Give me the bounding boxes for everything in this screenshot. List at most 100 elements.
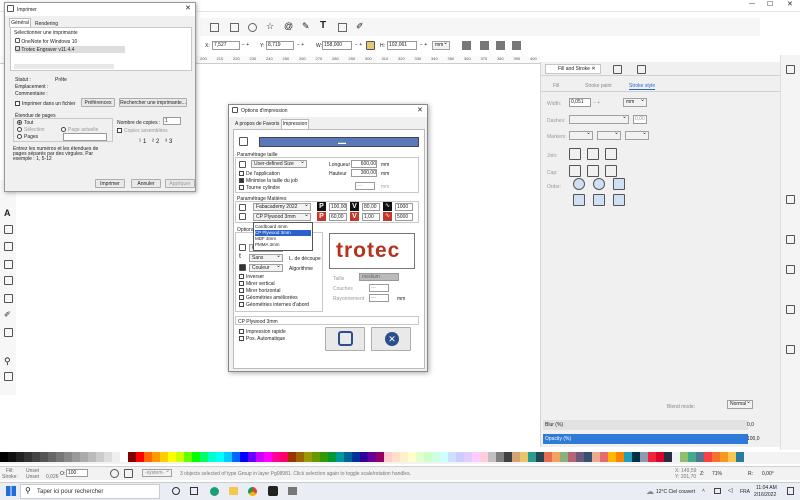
gradient-icon[interactable] (4, 276, 13, 285)
color-swatch[interactable] (304, 452, 312, 462)
color-swatch[interactable] (552, 452, 560, 462)
text-tool-icon[interactable]: T (320, 20, 329, 31)
snap-icon-2[interactable] (786, 195, 795, 204)
tab-icon-objects[interactable] (613, 65, 622, 74)
color-swatch[interactable] (296, 452, 304, 462)
color-swatch[interactable] (120, 452, 128, 462)
layers-input[interactable]: --- (369, 284, 389, 292)
mirror-h-checkbox[interactable] (239, 288, 244, 294)
color-swatch[interactable] (544, 452, 552, 462)
color-swatch[interactable] (480, 452, 488, 462)
mirror-h[interactable]: Mirer horizontal (239, 288, 280, 294)
min-job[interactable]: Minimise la taille du job (239, 178, 298, 184)
rotary-checkbox[interactable] (239, 185, 244, 191)
windows-start-icon[interactable] (6, 486, 16, 496)
order-icon-3[interactable] (613, 178, 625, 190)
color-swatch[interactable] (136, 452, 144, 462)
color-swatch[interactable] (328, 452, 336, 462)
invert-checkbox[interactable] (239, 274, 244, 280)
color-swatch[interactable] (8, 452, 16, 462)
range-pages-radio[interactable] (17, 134, 22, 140)
cap-round-icon[interactable] (587, 165, 599, 177)
clock-date[interactable]: 2/16/2022 (754, 492, 776, 498)
color-swatch[interactable] (648, 452, 656, 462)
print-to-file[interactable]: Imprimer dans un fichier (15, 101, 76, 107)
min-job-checkbox[interactable] (239, 178, 244, 184)
collate-checkbox[interactable] (117, 128, 122, 134)
tab-print[interactable]: Impression (281, 119, 309, 129)
color-swatch[interactable] (160, 452, 168, 462)
color-swatch[interactable] (264, 452, 272, 462)
layer-select[interactable]: -sýstem- (142, 468, 172, 477)
color-swatch[interactable] (208, 452, 216, 462)
color-swatch[interactable] (272, 452, 280, 462)
material-select[interactable]: CP Plywood 3mm (253, 212, 311, 221)
color-swatch[interactable] (256, 452, 264, 462)
color-swatch[interactable] (392, 452, 400, 462)
frequency-input-2[interactable]: 5000 (395, 213, 413, 221)
rotary[interactable]: Tourne cylindre (239, 185, 280, 191)
color-swatch[interactable] (40, 452, 48, 462)
join-round-icon[interactable] (587, 148, 599, 160)
opacity-input[interactable]: 100 (66, 469, 88, 477)
color-swatch[interactable] (576, 452, 584, 462)
range-current-radio[interactable] (61, 127, 66, 133)
size-select[interactable]: User-defined Size (251, 159, 307, 168)
tab-icon-layers[interactable] (637, 65, 646, 74)
color-swatch[interactable] (440, 452, 448, 462)
collate[interactable]: Copies assemblées (117, 128, 168, 134)
dashes-input[interactable]: 0,00 (633, 115, 647, 124)
color-swatch[interactable] (64, 452, 72, 462)
subtab-fill[interactable]: Fill (553, 83, 559, 89)
zoom-value[interactable]: 71% (712, 471, 722, 477)
mesh-icon[interactable] (4, 294, 13, 303)
color-swatch[interactable] (152, 452, 160, 462)
color-swatch[interactable] (496, 452, 504, 462)
color-swatch[interactable] (368, 452, 376, 462)
subtab-stroke-style[interactable]: Stroke style (629, 83, 656, 90)
frequency-input-1[interactable]: 1000 (395, 203, 413, 211)
job-control-button[interactable] (325, 327, 365, 351)
color-swatch[interactable] (560, 452, 568, 462)
range-all-radio[interactable] (17, 120, 22, 126)
join-bevel-icon[interactable] (605, 148, 617, 160)
color-swatch[interactable] (456, 452, 464, 462)
color-swatch[interactable] (312, 452, 320, 462)
color-swatch[interactable] (400, 452, 408, 462)
align-icon[interactable] (210, 23, 219, 32)
color-swatch[interactable] (584, 452, 592, 462)
color-swatch[interactable] (520, 452, 528, 462)
color-swatch[interactable] (432, 452, 440, 462)
mirror-v-checkbox[interactable] (239, 281, 244, 287)
color-swatch[interactable] (184, 452, 192, 462)
color-swatch[interactable] (144, 452, 152, 462)
spray-tool-icon[interactable] (4, 225, 13, 234)
join-miter-icon[interactable] (569, 148, 581, 160)
opacity-bar[interactable]: Opacity (%) (543, 434, 748, 444)
gradient-tool-icon[interactable] (338, 23, 347, 32)
color-swatch[interactable] (448, 452, 456, 462)
color-swatch[interactable] (640, 452, 648, 462)
printer-item-trotec[interactable]: Trotec Engraver v11.4.4 (15, 46, 125, 53)
blend-select[interactable]: Normal (727, 399, 753, 409)
x-input[interactable]: 7,527 (212, 41, 240, 50)
lock-icon[interactable] (366, 41, 375, 50)
color-swatch[interactable] (128, 452, 136, 462)
close-icon[interactable]: ✕ (417, 106, 423, 114)
range-all[interactable]: Tout (17, 120, 33, 126)
y-input[interactable]: 8,719 (266, 41, 294, 50)
quick-print-checkbox[interactable] (239, 329, 244, 335)
cap-butt-icon[interactable] (569, 165, 581, 177)
subtab-stroke-paint[interactable]: Stroke paint (585, 83, 612, 89)
color-swatch[interactable] (200, 452, 208, 462)
apply-button[interactable]: Appliquer (165, 179, 195, 188)
color-swatch[interactable] (384, 452, 392, 462)
maximize-icon[interactable]: ☐ (767, 0, 773, 8)
copies-input[interactable]: 1 (163, 117, 181, 125)
color-swatch[interactable] (656, 452, 664, 462)
quick-print[interactable]: Impression rapide (239, 329, 286, 335)
color-swatch[interactable] (288, 452, 296, 462)
enhanced-geo-checkbox[interactable] (239, 295, 244, 301)
eye-icon[interactable] (110, 469, 119, 478)
auto-pos[interactable]: Pos. Automatique (239, 336, 285, 342)
